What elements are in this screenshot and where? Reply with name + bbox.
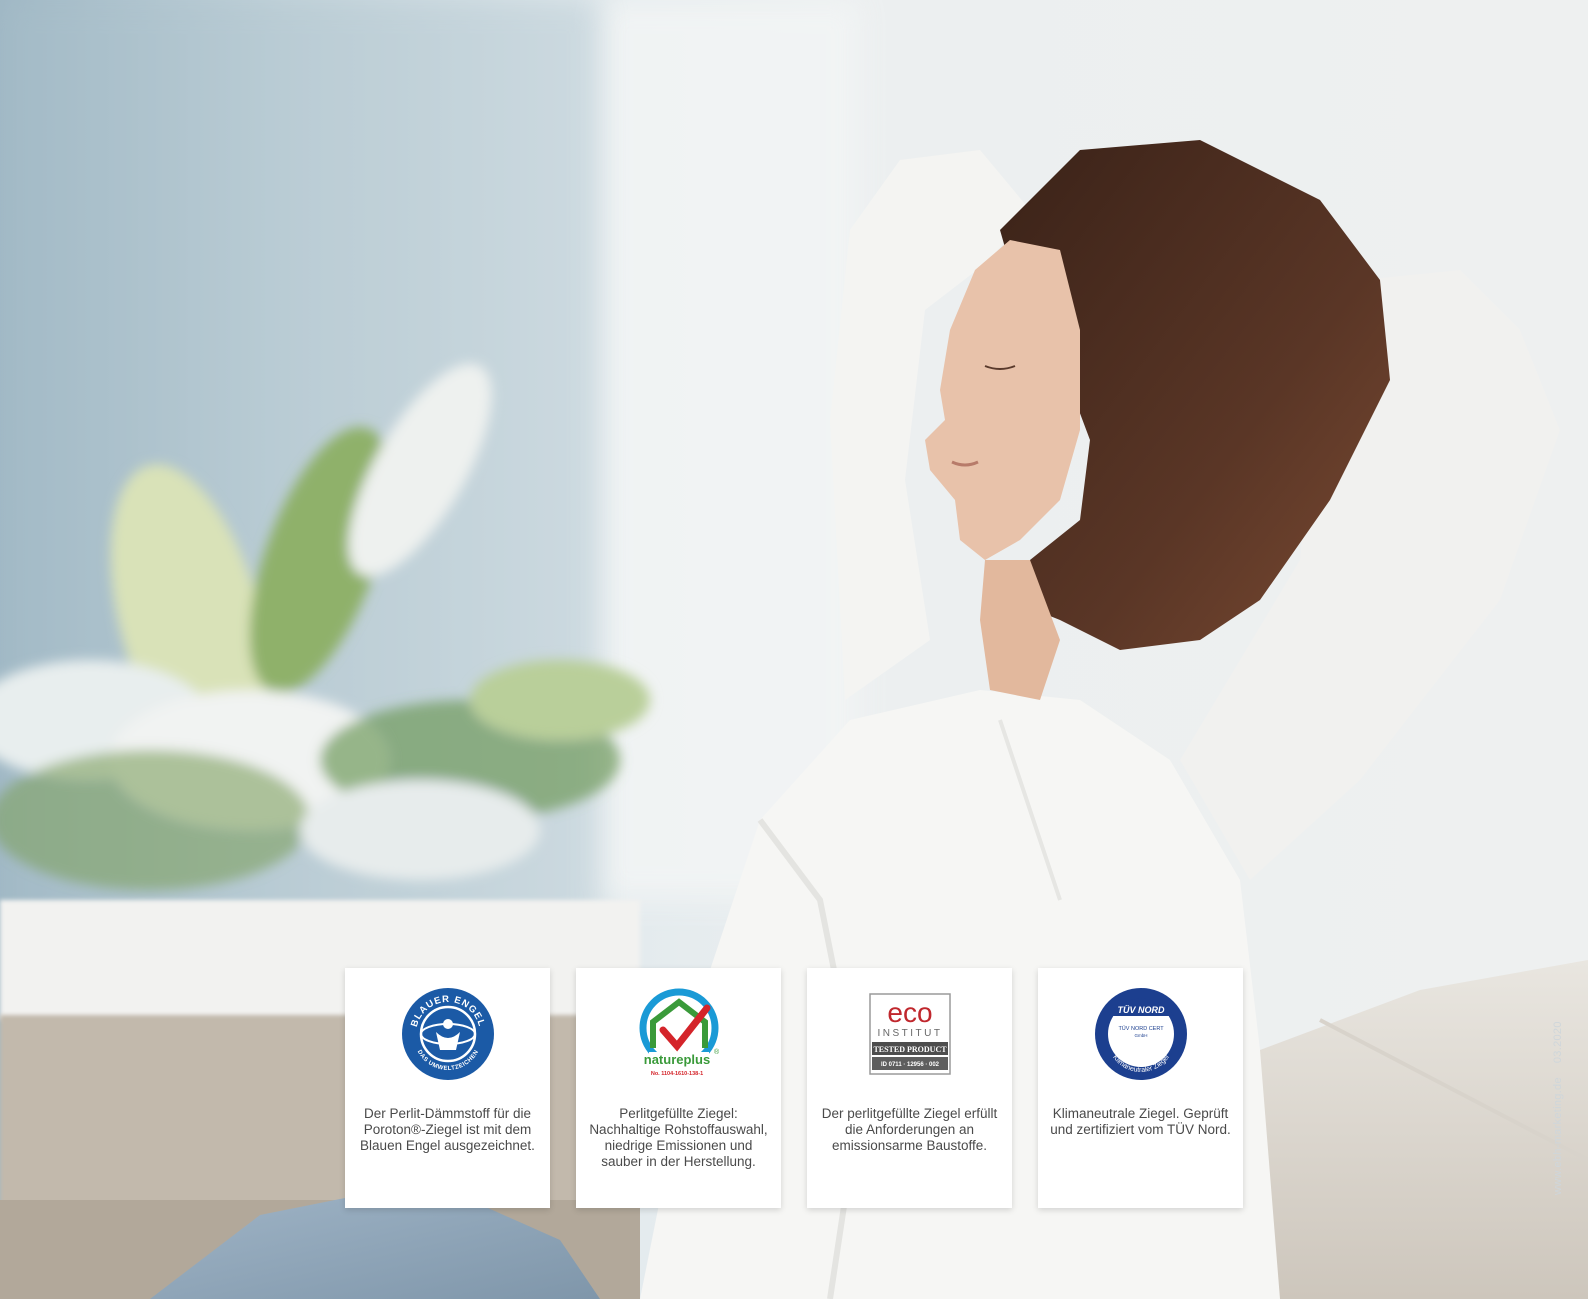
badge-tuev-nord: TÜV NORD TÜV NORD CERT GmbH Klimaneutral… [1038, 968, 1243, 1208]
tuev-nord-wordmark: TÜV NORD [1117, 1005, 1165, 1015]
imprint-website: www.ebh-marketing.de [1552, 1077, 1564, 1195]
eco-institut-logo: eco INSTITUT TESTED PRODUCT ID 0711 · 12… [868, 993, 951, 1075]
natureplus-logo: natureplus ® No. 1104-1610-138-1 [639, 988, 720, 1077]
badge-caption: Klimaneutrale Ziegel. Geprüft und zertif… [1050, 1106, 1231, 1137]
badge-eco-institut: eco INSTITUT TESTED PRODUCT ID 0711 · 12… [807, 968, 1012, 1208]
tuev-nord-logo: TÜV NORD TÜV NORD CERT GmbH Klimaneutral… [1094, 988, 1187, 1080]
badge-caption: Der perlitgefüllte Ziegel erfüllt die An… [821, 1106, 998, 1153]
blauer-engel-logo: BLAUER ENGEL DAS UMWELTZEICHEN [401, 988, 494, 1080]
imprint-date: 03.2020 [1552, 1021, 1564, 1064]
certificate-badges: BLAUER ENGEL DAS UMWELTZEICHEN Der Perli… [345, 968, 1245, 1208]
eco-id-number: ID 0711 · 12956 · 002 [880, 1062, 939, 1068]
natureplus-wordmark: natureplus [643, 1052, 709, 1067]
eco-tested-product: TESTED PRODUCT [873, 1045, 947, 1054]
badge-natureplus: natureplus ® No. 1104-1610-138-1 Perlitg… [576, 968, 781, 1208]
imprint-vertical: www.ebh-marketing.de 03.2020 [1552, 1021, 1564, 1195]
eco-wordmark: eco [887, 997, 932, 1028]
tuev-cert-text: TÜV NORD CERT [1118, 1025, 1164, 1032]
badge-caption: Perlitgefüllte Ziegel: Nachhaltige Rohst… [589, 1106, 768, 1169]
badge-caption: Der Perlit-Dämmstoff für die Poroton®-Zi… [360, 1106, 535, 1153]
badge-blauer-engel: BLAUER ENGEL DAS UMWELTZEICHEN Der Perli… [345, 968, 550, 1208]
natureplus-registered: ® [714, 1048, 720, 1056]
eco-institut-text: INSTITUT [877, 1028, 942, 1039]
natureplus-number: No. 1104-1610-138-1 [650, 1071, 702, 1077]
tuev-gmbh-text: GmbH [1134, 1033, 1147, 1038]
